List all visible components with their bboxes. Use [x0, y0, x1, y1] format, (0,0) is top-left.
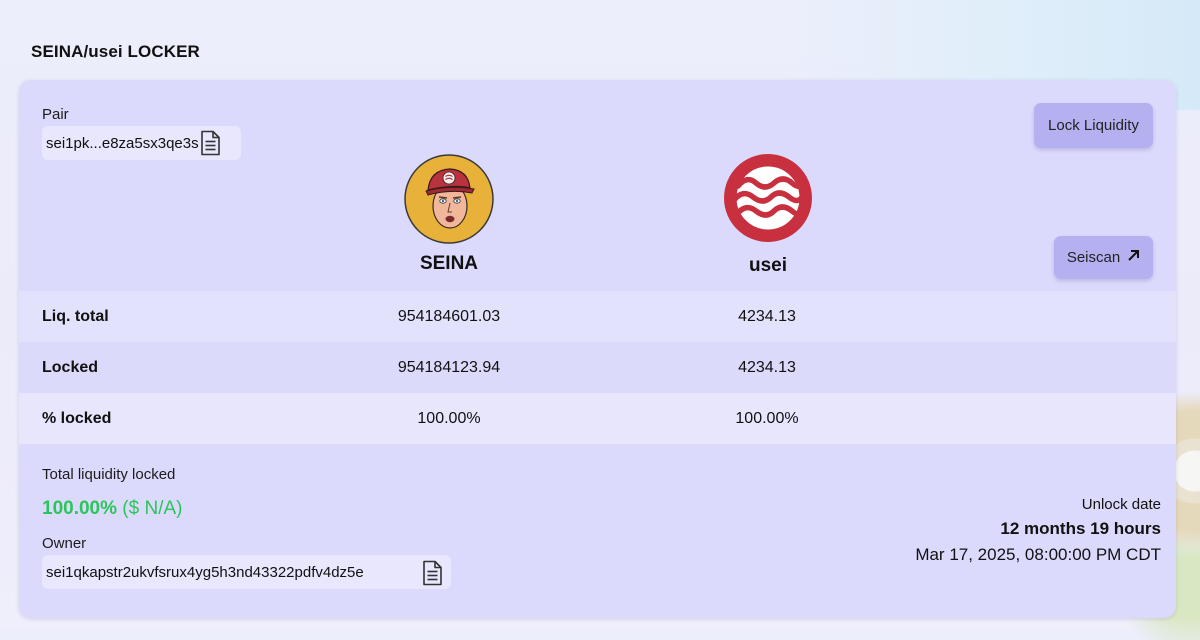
- row-label: Liq. total: [42, 307, 109, 325]
- total-liquidity-value: 100.00% ($ N/A): [42, 498, 182, 520]
- table-row: % locked 100.00% 100.00%: [19, 393, 1176, 444]
- pair-address-chip: sei1pk...e8za5sx3qe3s: [42, 126, 241, 160]
- token-name-usei: usei: [748, 255, 788, 276]
- table-row: Locked 954184123.94 4234.13: [19, 342, 1176, 393]
- pair-address: sei1pk...e8za5sx3qe3s: [46, 134, 199, 152]
- table-row: Liq. total 954184601.03 4234.13: [19, 291, 1176, 342]
- lock-liquidity-button[interactable]: Lock Liquidity: [1034, 103, 1153, 148]
- owner-address-chip: sei1qkapstr2ukvfsrux4yg5h3nd43322pdfv4dz…: [42, 555, 451, 589]
- unlock-date: Mar 17, 2025, 08:00:00 PM CDT: [915, 545, 1161, 564]
- total-liquidity-label: Total liquidity locked: [42, 466, 176, 483]
- liquidity-table: Liq. total 954184601.03 4234.13 Locked 9…: [19, 291, 1176, 444]
- total-liquidity-usd: ($ N/A): [122, 498, 183, 519]
- lock-liquidity-label: Lock Liquidity: [1048, 117, 1139, 134]
- token-name-seina: SEINA: [419, 253, 479, 274]
- unlock-duration: 12 months 19 hours: [1000, 519, 1161, 538]
- unlock-date-label: Unlock date: [1081, 496, 1161, 513]
- pair-label: Pair: [42, 106, 69, 123]
- owner-label: Owner: [42, 535, 87, 552]
- sei-logo-icon: [723, 153, 813, 243]
- seina-avatar-icon: [404, 154, 494, 244]
- row-value-seina: 954184601.03: [397, 307, 501, 325]
- page-title: SEINA/usei LOCKER: [31, 42, 200, 61]
- external-link-arrow-icon: [1127, 249, 1140, 266]
- seiscan-button[interactable]: Seiscan: [1054, 236, 1153, 279]
- row-value-usei: 100.00%: [735, 409, 799, 427]
- row-value-seina: 954184123.94: [397, 358, 501, 376]
- row-label: Locked: [42, 358, 99, 376]
- row-label: % locked: [42, 409, 112, 427]
- owner-address: sei1qkapstr2ukvfsrux4yg5h3nd43322pdfv4dz…: [46, 563, 364, 581]
- row-value-seina: 100.00%: [417, 409, 481, 427]
- row-value-usei: 4234.13: [738, 307, 796, 325]
- copy-document-icon[interactable]: [199, 130, 221, 156]
- copy-document-icon[interactable]: [421, 560, 443, 586]
- row-value-usei: 4234.13: [738, 358, 796, 376]
- total-liquidity-percent: 100.00%: [42, 498, 118, 519]
- locker-card: Pair sei1pk...e8za5sx3qe3s Lock Liquidit…: [19, 80, 1176, 618]
- seiscan-label: Seiscan: [1066, 249, 1121, 266]
